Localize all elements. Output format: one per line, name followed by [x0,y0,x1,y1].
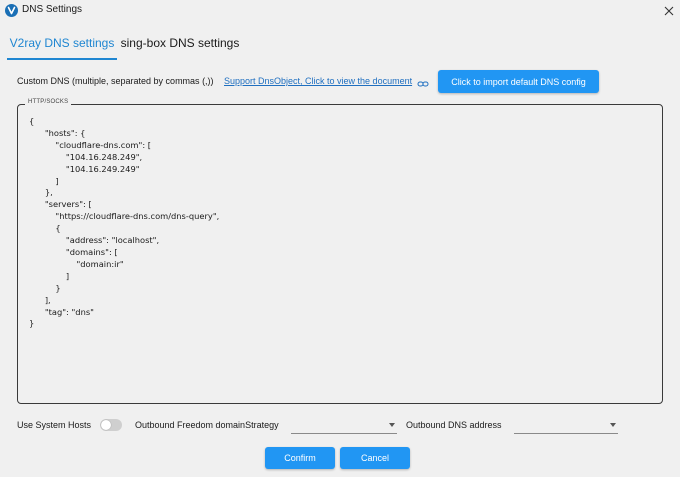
dns-object-doc-link[interactable]: Support DnsObject, Click to view the doc… [224,76,412,86]
outbound-dns-address-label: Outbound DNS address [406,420,502,430]
outbound-dns-address-select[interactable] [514,416,618,434]
link-icon[interactable] [417,76,429,87]
v2rayn-logo-icon [5,4,18,17]
dns-tabs: V2ray DNS settings sing-box DNS settings [0,28,680,60]
dns-config-editor[interactable]: { "hosts": { "cloudflare-dns.com": [ "10… [29,116,649,396]
title-bar: DNS Settings [0,0,680,22]
confirm-button[interactable]: Confirm [265,447,335,469]
editor-legend: HTTP/SOCKS [25,99,72,105]
close-icon[interactable] [660,2,678,20]
custom-dns-row: Custom DNS (multiple, separated by comma… [0,70,680,94]
toggle-knob [101,420,111,430]
chevron-down-icon [610,423,616,427]
use-system-hosts-label: Use System Hosts [17,420,92,430]
use-system-hosts-toggle[interactable] [100,419,122,431]
chevron-down-icon [389,423,395,427]
import-default-dns-button[interactable]: Click to import default DNS config [438,70,599,93]
custom-dns-label: Custom DNS (multiple, separated by comma… [17,76,214,86]
cancel-button[interactable]: Cancel [340,447,410,469]
domain-strategy-select[interactable] [291,416,397,434]
tab-v2ray-dns-settings[interactable]: V2ray DNS settings [7,28,117,60]
options-row: Use System Hosts Outbound Freedom domain… [0,414,680,436]
domain-strategy-label: Outbound Freedom domainStrategy [135,420,279,430]
tab-sing-box-dns-settings[interactable]: sing-box DNS settings [120,28,240,58]
window-title: DNS Settings [22,4,83,15]
